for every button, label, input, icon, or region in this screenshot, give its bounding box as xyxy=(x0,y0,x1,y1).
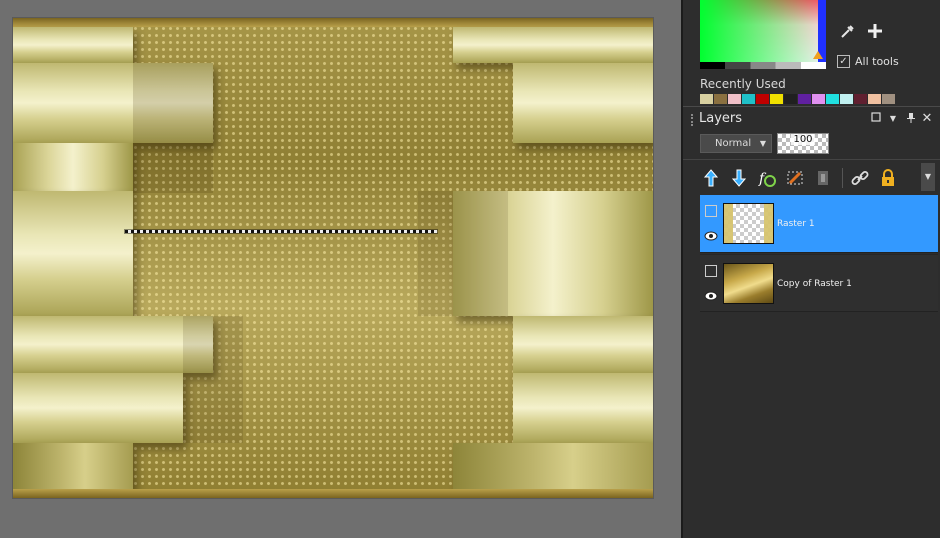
lock-icon[interactable] xyxy=(877,167,899,189)
layer-effects-icon[interactable]: f xyxy=(756,167,778,189)
gold-slab xyxy=(13,191,133,316)
gold-slab xyxy=(453,27,653,63)
color-swatch[interactable] xyxy=(784,94,797,104)
visibility-eye-icon[interactable] xyxy=(704,231,718,241)
gold-slab xyxy=(453,443,653,489)
visibility-eye-icon[interactable] xyxy=(704,291,718,301)
restore-icon[interactable] xyxy=(870,112,882,126)
opacity-field[interactable]: 100 xyxy=(777,133,829,154)
layer-row-copy-of-raster-1[interactable]: Copy of Raster 1 xyxy=(700,254,938,312)
toolbar-more-icon[interactable]: ▼ xyxy=(921,163,935,191)
all-tools-label: All tools xyxy=(855,54,899,68)
all-tools-checkbox[interactable]: ✓ xyxy=(837,54,850,68)
color-swatch[interactable] xyxy=(714,94,727,104)
divider xyxy=(683,106,940,107)
shadow-overlay xyxy=(183,316,243,443)
blend-mode-select[interactable]: Normal ▼ xyxy=(700,134,772,153)
delete-layer-icon[interactable] xyxy=(784,167,806,189)
move-layer-up-icon[interactable] xyxy=(700,167,722,189)
layer-group-icon[interactable] xyxy=(705,205,717,217)
hue-marker-icon[interactable] xyxy=(813,51,823,59)
gold-slab xyxy=(513,63,653,143)
color-swatch[interactable] xyxy=(854,94,867,104)
shadow-overlay xyxy=(133,63,213,193)
layer-thumbnail xyxy=(723,263,774,304)
color-swatch[interactable] xyxy=(882,94,895,104)
layer-thumbnail xyxy=(723,203,774,244)
recently-used-swatches xyxy=(700,94,895,104)
layer-group-icon[interactable] xyxy=(705,265,717,277)
color-swatch[interactable] xyxy=(798,94,811,104)
gold-slab xyxy=(513,316,653,373)
selection-marquee[interactable] xyxy=(125,230,437,233)
color-swatch[interactable] xyxy=(756,94,769,104)
divider xyxy=(683,159,940,160)
chevron-down-icon[interactable]: ▼ xyxy=(887,112,899,126)
grayscale-strip[interactable] xyxy=(700,62,826,69)
color-picker[interactable] xyxy=(700,0,826,62)
color-gradient-field[interactable] xyxy=(700,0,826,62)
color-swatch[interactable] xyxy=(868,94,881,104)
all-tools-toggle[interactable]: ✓ All tools xyxy=(837,53,899,69)
layer-mask-icon[interactable] xyxy=(812,167,834,189)
canvas-bottom-frame xyxy=(13,489,653,498)
gold-slab xyxy=(13,443,133,489)
layers-panel-title: Layers xyxy=(699,111,743,126)
blend-mode-value: Normal xyxy=(715,138,752,149)
color-swatch[interactable] xyxy=(840,94,853,104)
move-layer-down-icon[interactable] xyxy=(728,167,750,189)
close-icon[interactable]: ✕ xyxy=(921,112,933,126)
shadow-overlay xyxy=(418,191,508,316)
color-swatch[interactable] xyxy=(700,94,713,104)
layer-name[interactable]: Copy of Raster 1 xyxy=(777,255,852,313)
grip-icon[interactable] xyxy=(691,114,695,126)
gold-slab xyxy=(13,143,133,191)
recently-used-title: Recently Used xyxy=(700,77,786,91)
plus-icon[interactable] xyxy=(866,22,884,40)
canvas-workspace[interactable] xyxy=(0,0,681,538)
gold-slab xyxy=(513,373,653,443)
gold-slab xyxy=(13,27,133,63)
layer-row-raster-1[interactable]: Raster 1 xyxy=(700,195,938,253)
color-swatch[interactable] xyxy=(770,94,783,104)
opacity-value: 100 xyxy=(791,134,815,145)
link-icon[interactable] xyxy=(849,167,871,189)
color-swatch[interactable] xyxy=(826,94,839,104)
right-panel: ✓ All tools Recently Used Layers ▼ ✕ Nor… xyxy=(681,0,940,538)
toolbar-separator xyxy=(842,168,843,188)
gold-slab xyxy=(13,373,183,443)
image-canvas[interactable] xyxy=(13,18,653,498)
chevron-down-icon: ▼ xyxy=(759,139,766,148)
pin-icon[interactable] xyxy=(905,112,917,126)
layers-panel-header: Layers ▼ ✕ xyxy=(683,108,940,130)
color-swatch[interactable] xyxy=(742,94,755,104)
color-swatch[interactable] xyxy=(728,94,741,104)
layers-toolbar: f xyxy=(700,164,905,192)
color-swatch[interactable] xyxy=(812,94,825,104)
layer-name[interactable]: Raster 1 xyxy=(777,195,815,253)
eyedropper-icon[interactable] xyxy=(839,24,855,40)
canvas-top-frame xyxy=(13,18,653,27)
